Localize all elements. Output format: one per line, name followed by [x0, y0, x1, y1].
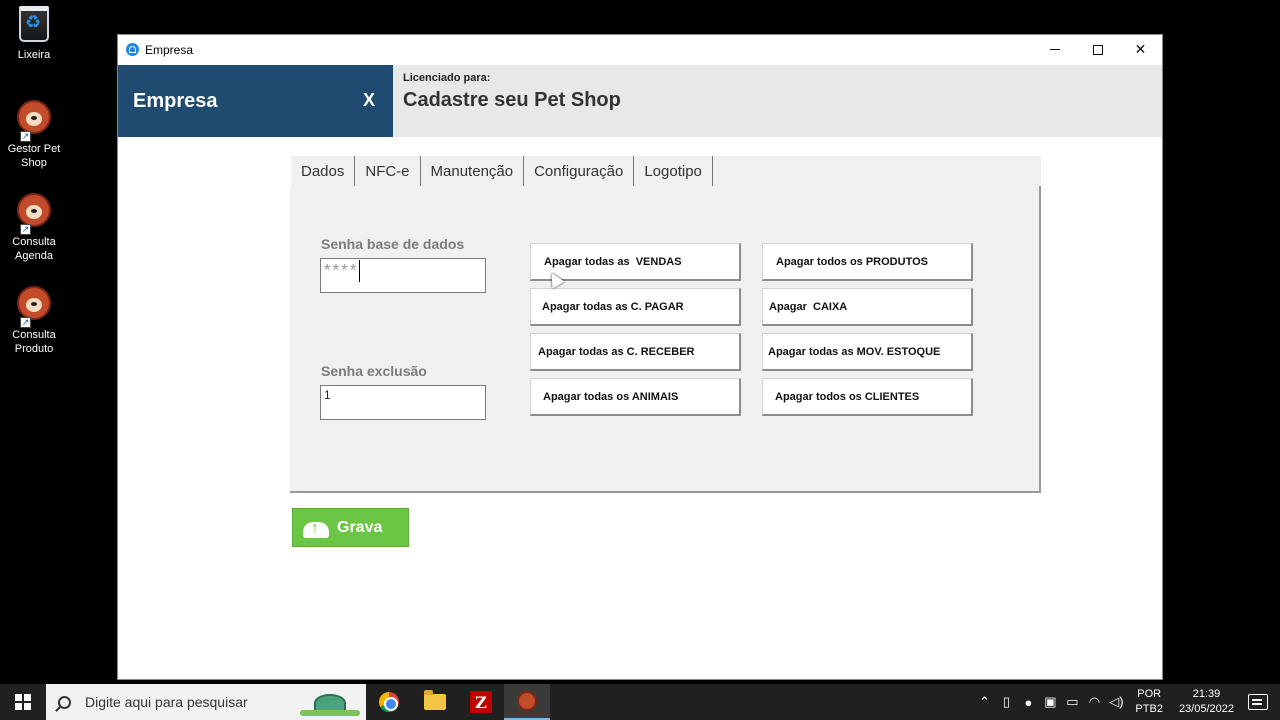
clock-time: 21:39	[1192, 688, 1221, 700]
delete-receivables-button[interactable]: Apagar todas as C. RECEBER	[530, 333, 741, 371]
windows-logo-icon	[15, 694, 31, 710]
delete-sales-button[interactable]: Apagar todas as VENDAS	[530, 243, 741, 281]
start-button[interactable]	[0, 684, 46, 720]
delete-animals-button[interactable]: Apagar todas os ANIMAIS	[530, 378, 741, 416]
maintenance-panel: Senha base de dados **** Senha exclusão …	[290, 186, 1041, 493]
desktop-icon-gestor-pet-shop[interactable]: ↗ Gestor Pet Shop	[4, 100, 64, 170]
delete-clients-button[interactable]: Apagar todos os CLIENTES	[762, 378, 973, 416]
system-tray: ⌃ ▯ ● ▣ ▭ ◠ ◁) POR PTB2 21:39 23/05/2022	[973, 684, 1280, 720]
desktop-icon-recycle-bin[interactable]: Lixeira	[4, 6, 64, 62]
taskbar-chrome[interactable]	[366, 684, 412, 720]
cloud-upload-icon	[303, 517, 329, 539]
db-password-value: ****	[324, 260, 359, 280]
clock[interactable]: 21:39 23/05/2022	[1179, 687, 1234, 717]
close-button[interactable]: ✕	[1119, 35, 1162, 64]
page-title: Empresa	[133, 90, 218, 112]
save-button[interactable]: Grava	[292, 508, 409, 547]
minimize-icon	[1049, 49, 1060, 50]
tab-nfce[interactable]: NFC-e	[355, 156, 421, 186]
form-header: Empresa X Licenciado para: Cadastre seu …	[118, 65, 1162, 137]
window-title: Empresa	[145, 42, 194, 57]
delete-products-button[interactable]: Apagar todos os PRODUTOS	[762, 243, 973, 281]
desktop-icon-consulta-agenda[interactable]: ↗ Consulta Agenda	[4, 193, 64, 263]
desktop-icon-label: Lixeira	[17, 49, 51, 61]
pet-dog-icon	[517, 691, 537, 711]
delete-password-value: 1	[324, 388, 331, 402]
folder-icon	[424, 690, 446, 710]
pet-dog-icon: ↗	[14, 100, 54, 142]
taskbar-search[interactable]: Digite aqui para pesquisar	[46, 684, 366, 720]
db-password-field[interactable]: ****	[320, 258, 486, 293]
desktop-icon-label: Consulta Produto	[12, 329, 56, 355]
volume-icon[interactable]: ◁)	[1105, 694, 1127, 710]
delete-password-label: Senha exclusão	[321, 363, 427, 379]
notification-icon[interactable]	[1248, 694, 1268, 710]
pet-dog-icon: ↗	[14, 286, 54, 328]
pet-dog-icon: ↗	[14, 193, 54, 235]
search-placeholder: Digite aqui para pesquisar	[85, 694, 248, 710]
save-button-label: Grava	[337, 518, 383, 536]
tab-manutencao[interactable]: Manutenção	[420, 156, 525, 186]
tab-configuracao[interactable]: Configuração	[524, 156, 635, 186]
taskbar-filezilla[interactable]: Z	[458, 684, 504, 720]
recycle-bin-icon	[14, 6, 54, 46]
delete-stock-movements-button[interactable]: Apagar todas as MOV. ESTOQUE	[762, 333, 973, 371]
chrome-icon	[379, 692, 399, 712]
license-panel: Licenciado para: Cadastre seu Pet Shop	[393, 65, 1162, 137]
desktop-icon-label: Gestor Pet Shop	[7, 143, 61, 169]
taskbar-file-explorer[interactable]	[412, 684, 458, 720]
header-title-panel: Empresa X	[118, 65, 393, 137]
device-icon[interactable]: ▯	[995, 694, 1017, 710]
filezilla-icon: Z	[470, 691, 492, 713]
maximize-button[interactable]	[1076, 35, 1119, 64]
tab-logotipo[interactable]: Logotipo	[634, 156, 713, 186]
empresa-window: Empresa ✕ Empresa X Licenciado para: Cad…	[117, 34, 1163, 680]
search-icon	[58, 695, 71, 709]
app-icon	[126, 43, 139, 56]
tab-dados[interactable]: Dados	[291, 156, 356, 186]
desktop-icon-consulta-produto[interactable]: ↗ Consulta Produto	[4, 286, 64, 356]
wifi-icon[interactable]: ◠	[1083, 694, 1105, 710]
battery-icon[interactable]: ▭	[1061, 694, 1083, 710]
licensed-label: Licenciado para:	[403, 72, 491, 84]
maximize-icon	[1092, 44, 1103, 55]
minimize-button[interactable]	[1033, 35, 1076, 64]
microphone-icon[interactable]: ●	[1017, 695, 1039, 710]
header-close-button[interactable]: X	[363, 90, 375, 111]
display-icon[interactable]: ▣	[1039, 694, 1061, 710]
db-password-label: Senha base de dados	[321, 236, 465, 252]
desktop-icon-label: Consulta Agenda	[12, 236, 56, 262]
delete-password-field[interactable]: 1	[320, 385, 486, 420]
tab-bar: Dados NFC-e Manutenção Configuração Logo…	[291, 156, 1041, 186]
close-icon: ✕	[1134, 41, 1147, 57]
input-language[interactable]: POR PTB2	[1135, 687, 1163, 717]
delete-cash-button[interactable]: Apagar CAIXA	[762, 288, 973, 326]
licensed-name: Cadastre seu Pet Shop	[403, 89, 621, 111]
clock-date: 23/05/2022	[1178, 703, 1234, 715]
chevron-up-icon[interactable]: ⌃	[973, 694, 995, 710]
window-titlebar[interactable]: Empresa ✕	[118, 35, 1162, 64]
turtle-doodle-icon	[300, 688, 360, 716]
taskbar: Digite aqui para pesquisar Z ⌃ ▯ ● ▣ ▭ ◠…	[0, 684, 1280, 720]
delete-payables-button[interactable]: Apagar todas as C. PAGAR	[530, 288, 741, 326]
taskbar-pet-shop-app[interactable]	[504, 684, 550, 720]
